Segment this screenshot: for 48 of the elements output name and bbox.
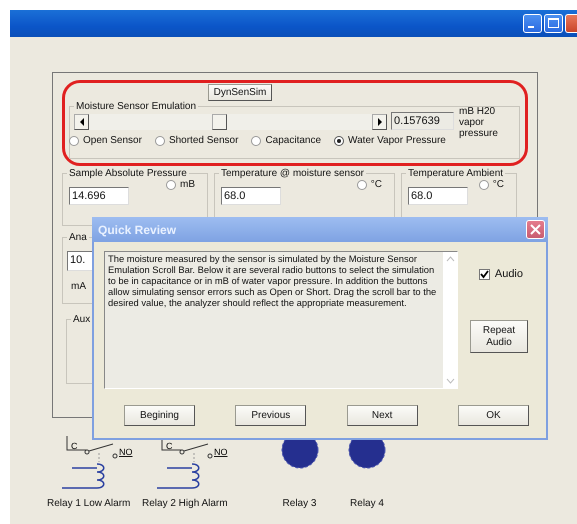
radio-option[interactable]: Capacitance bbox=[251, 135, 322, 146]
close-icon bbox=[530, 224, 541, 235]
dialog-title: Quick Review bbox=[98, 222, 176, 236]
radio-dot[interactable] bbox=[334, 136, 344, 146]
radio-dot[interactable] bbox=[154, 136, 165, 146]
relay-label: Relay 3 bbox=[282, 498, 316, 509]
close-button[interactable] bbox=[565, 14, 577, 33]
group-title: Sample Absolute Pressure bbox=[68, 168, 188, 179]
radio-option[interactable]: Water Vapor Pressure bbox=[334, 135, 446, 146]
relay-label: Relay 1 Low Alarm bbox=[47, 498, 130, 509]
minimize-button[interactable] bbox=[523, 14, 542, 33]
input-field[interactable]: 68.0 bbox=[221, 187, 281, 205]
close-button[interactable] bbox=[526, 220, 545, 239]
scroll-thumb[interactable] bbox=[212, 114, 227, 130]
scroll-bar[interactable] bbox=[74, 114, 387, 130]
maximize-button[interactable] bbox=[544, 14, 563, 33]
audio-checkbox[interactable]: Audio bbox=[478, 268, 523, 280]
input-field[interactable]: 68.0 bbox=[408, 187, 468, 205]
description-text: The moisture measured by the sensor is simulated by the Moisture Sensor Emulation Scroll Bar. Below it are several radio buttons to select the simulation to be in capacitance or in mB of water vapor pressure. In addition the buttons allow simulating sensor errors such as Open or Short. Drag the scroll bar to the desired value, the analyzer should reflect the appropriate measurement. bbox=[107, 252, 438, 310]
units-label: mB H20 vapor pressure bbox=[459, 106, 499, 139]
text-area[interactable] bbox=[104, 251, 458, 389]
radio-dot[interactable] bbox=[69, 136, 79, 146]
unit-radio[interactable]: °C bbox=[356, 179, 382, 190]
dialog-button[interactable]: Begining bbox=[124, 405, 195, 426]
relay-label: Relay 2 High Alarm bbox=[142, 498, 228, 509]
group-title: Temperature @ moisture sensor bbox=[220, 168, 365, 179]
group-title: Moisture Sensor Emulation bbox=[75, 101, 198, 112]
radio-dot[interactable] bbox=[478, 180, 489, 190]
group-title: Ana bbox=[68, 232, 88, 243]
value-field[interactable]: 0.157639 bbox=[391, 112, 454, 130]
radio-dot[interactable] bbox=[251, 136, 262, 146]
unit-radio[interactable]: °C bbox=[478, 179, 504, 190]
radio-dot[interactable] bbox=[166, 180, 176, 190]
dialog-button[interactable]: OK bbox=[458, 405, 529, 426]
unit-radio[interactable]: mB bbox=[166, 179, 195, 190]
dialog-button[interactable]: Next bbox=[346, 405, 418, 426]
dynsensim-button[interactable]: DynSenSim bbox=[208, 84, 272, 101]
input-field[interactable]: 14.696 bbox=[69, 187, 129, 205]
radio-option[interactable]: Open Sensor bbox=[69, 135, 142, 146]
unit-label: mA bbox=[71, 281, 86, 292]
group-title: Aux bbox=[72, 314, 92, 325]
group-title: Temperature Ambient bbox=[407, 168, 504, 179]
dialog-button[interactable]: Previous bbox=[235, 405, 306, 426]
repeat-audio-button[interactable]: Repeat Audio bbox=[470, 320, 528, 353]
radio-option[interactable]: Shorted Sensor bbox=[154, 135, 238, 146]
relay-label: Relay 4 bbox=[350, 498, 384, 509]
check-icon bbox=[480, 270, 489, 278]
radio-dot[interactable] bbox=[356, 180, 367, 190]
